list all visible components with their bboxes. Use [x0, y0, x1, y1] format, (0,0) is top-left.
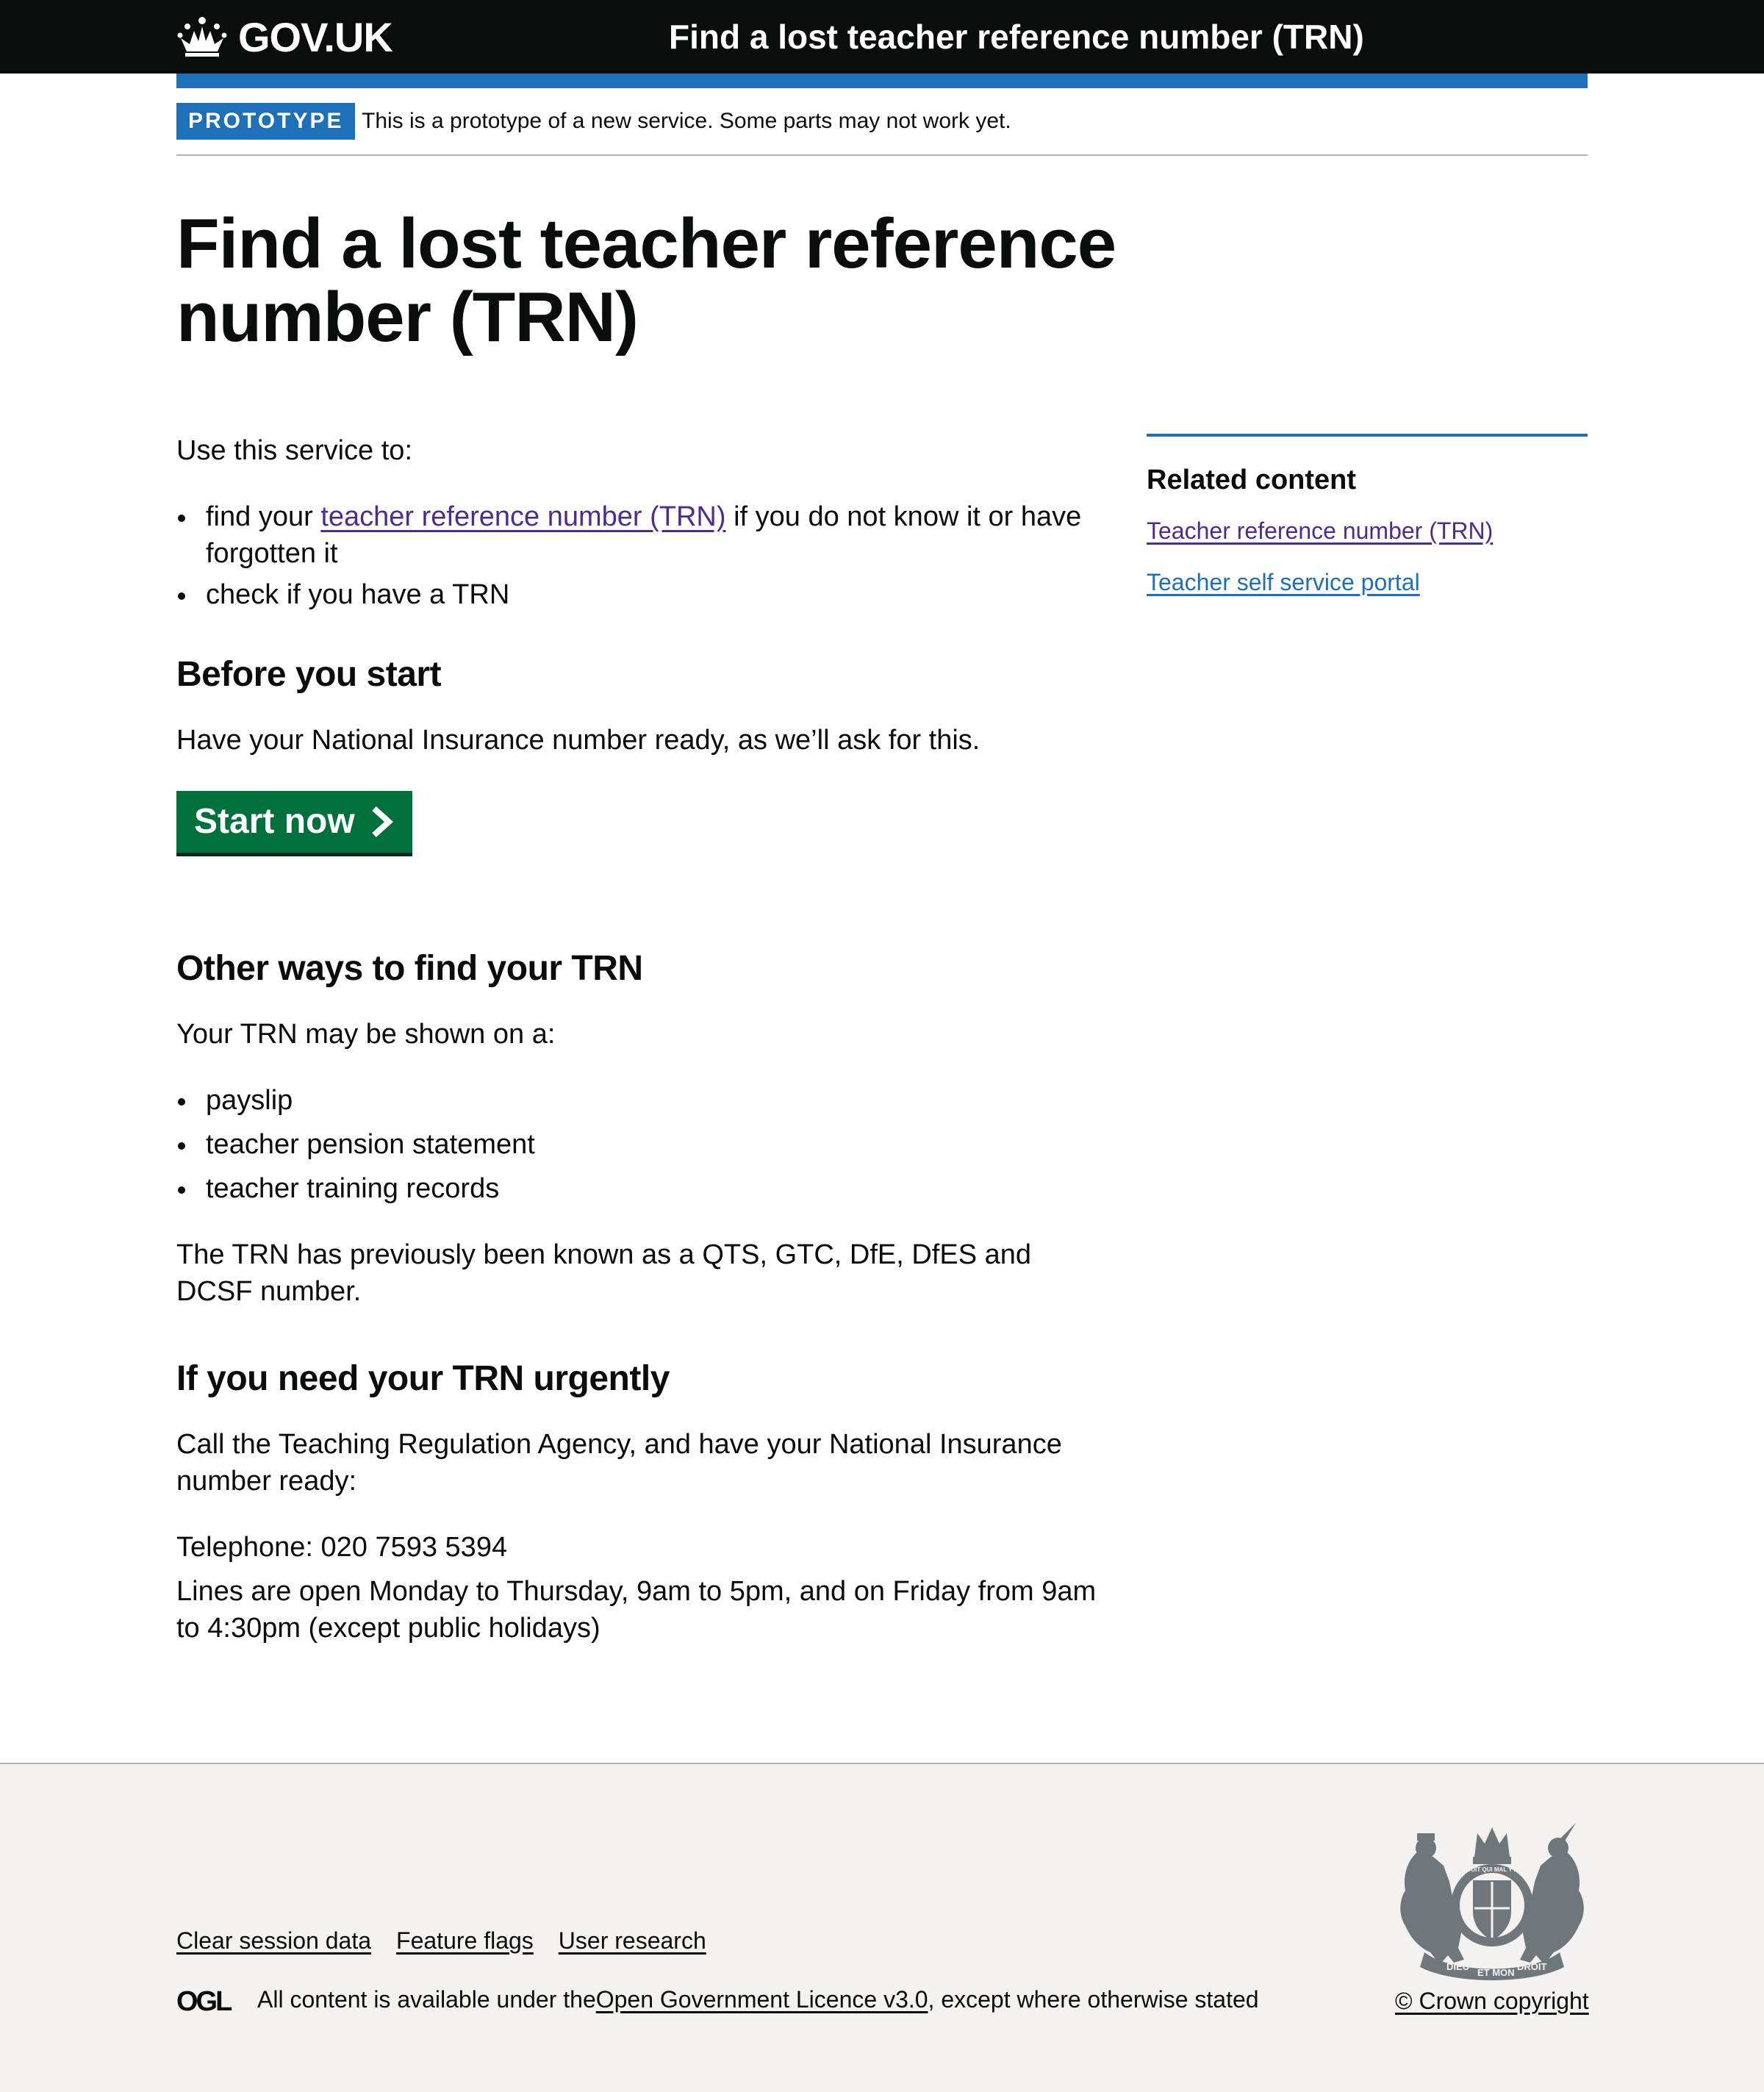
intro-list: find your teacher reference number (TRN)… — [176, 498, 1102, 613]
crest-motto-right: DROIT — [1517, 1961, 1547, 1972]
prototype-tag: PROTOTYPE — [176, 103, 356, 140]
list-item: teacher training records — [176, 1170, 1102, 1207]
govuk-logo-text: GOV.UK — [238, 13, 393, 60]
urgent-heading: If you need your TRN urgently — [176, 1359, 670, 1398]
related-content-heading: Related content — [1147, 465, 1357, 495]
other-ways-list: payslip teacher pension statement teache… — [176, 1082, 1102, 1207]
licence-statement: OGL All content is available under the O… — [176, 1986, 1259, 2013]
opening-hours: Lines are open Monday to Thursday, 9am t… — [176, 1576, 1097, 1644]
other-ways-heading: Other ways to find your TRN — [176, 949, 643, 988]
footer-link-feature-flags[interactable]: Feature flags — [396, 1927, 534, 1954]
ogl-logo-icon: OGL — [176, 1988, 234, 2013]
before-you-start-text: Have your National Insurance number read… — [176, 725, 980, 756]
header-blue-bar — [176, 74, 1588, 88]
ogl-licence-link[interactable]: Open Government Licence v3.0 — [596, 1986, 928, 2013]
list-item: find your teacher reference number (TRN)… — [176, 498, 1102, 572]
phase-banner: PROTOTYPE This is a prototype of a new s… — [176, 88, 1588, 156]
trn-guidance-link[interactable]: teacher reference number (TRN) — [320, 501, 725, 532]
govuk-logo-link[interactable]: GOV.UK — [176, 13, 393, 60]
site-footer: Clear session data Feature flags User rese… — [0, 1763, 1764, 2092]
crest-motto-left: DIEU — [1446, 1961, 1469, 1972]
crown-icon — [177, 17, 227, 57]
urgent-text: Call the Teaching Regulation Agency, and… — [176, 1429, 1062, 1497]
start-now-label: Start now — [194, 802, 355, 841]
phase-banner-text: This is a prototype of a new service. So… — [362, 109, 1011, 133]
service-name-link[interactable]: Find a lost teacher reference number (TR… — [669, 15, 1364, 59]
licence-suffix: , except where otherwise stated — [928, 1986, 1259, 2013]
crown-copyright-link[interactable]: © Crown copyright — [1395, 1986, 1589, 2016]
footer-link-user-research[interactable]: User research — [559, 1927, 706, 1954]
main-content: Use this service to: find your teacher r… — [176, 432, 1102, 1647]
related-content: Related content Teacher reference number… — [1147, 434, 1588, 597]
footer-links: Clear session data Feature flags User rese… — [176, 1926, 731, 1955]
start-now-button[interactable]: Start now — [176, 791, 412, 853]
related-link-trn[interactable]: Teacher reference number (TRN) — [1147, 516, 1588, 545]
intro-text: Use this service to: — [176, 435, 412, 466]
royal-crest-icon: DIEU ET MON DROIT HONI SOIT QUI MAL Y PE… — [1400, 1823, 1584, 1980]
list-item: check if you have a TRN — [176, 576, 1102, 613]
crest-garter-motto: HONI SOIT QUI MAL Y PENSE — [1450, 1866, 1534, 1873]
list-item: payslip — [176, 1082, 1102, 1119]
related-link-self-service-portal[interactable]: Teacher self service portal — [1147, 567, 1588, 597]
crest-motto-middle: ET MON — [1477, 1967, 1515, 1978]
other-ways-text: Your TRN may be shown on a: — [176, 1019, 556, 1050]
previously-known-text: The TRN has previously been known as a Q… — [176, 1239, 1032, 1307]
telephone-number: Telephone: 020 7593 5394 — [176, 1532, 508, 1563]
page-title: Find a lost teacher reference number (TR… — [176, 204, 1116, 357]
before-you-start-heading: Before you start — [176, 655, 442, 694]
list-item: teacher pension statement — [176, 1126, 1102, 1163]
chevron-right-icon — [371, 806, 393, 837]
list-item-text: find your — [206, 501, 321, 532]
licence-prefix: All content is available under the — [257, 1986, 596, 2013]
ogl-logo-text: OGL — [176, 1988, 232, 2013]
footer-link-clear-session[interactable]: Clear session data — [176, 1927, 371, 1954]
site-header: GOV.UK Find a lost teacher reference num… — [0, 0, 1764, 74]
